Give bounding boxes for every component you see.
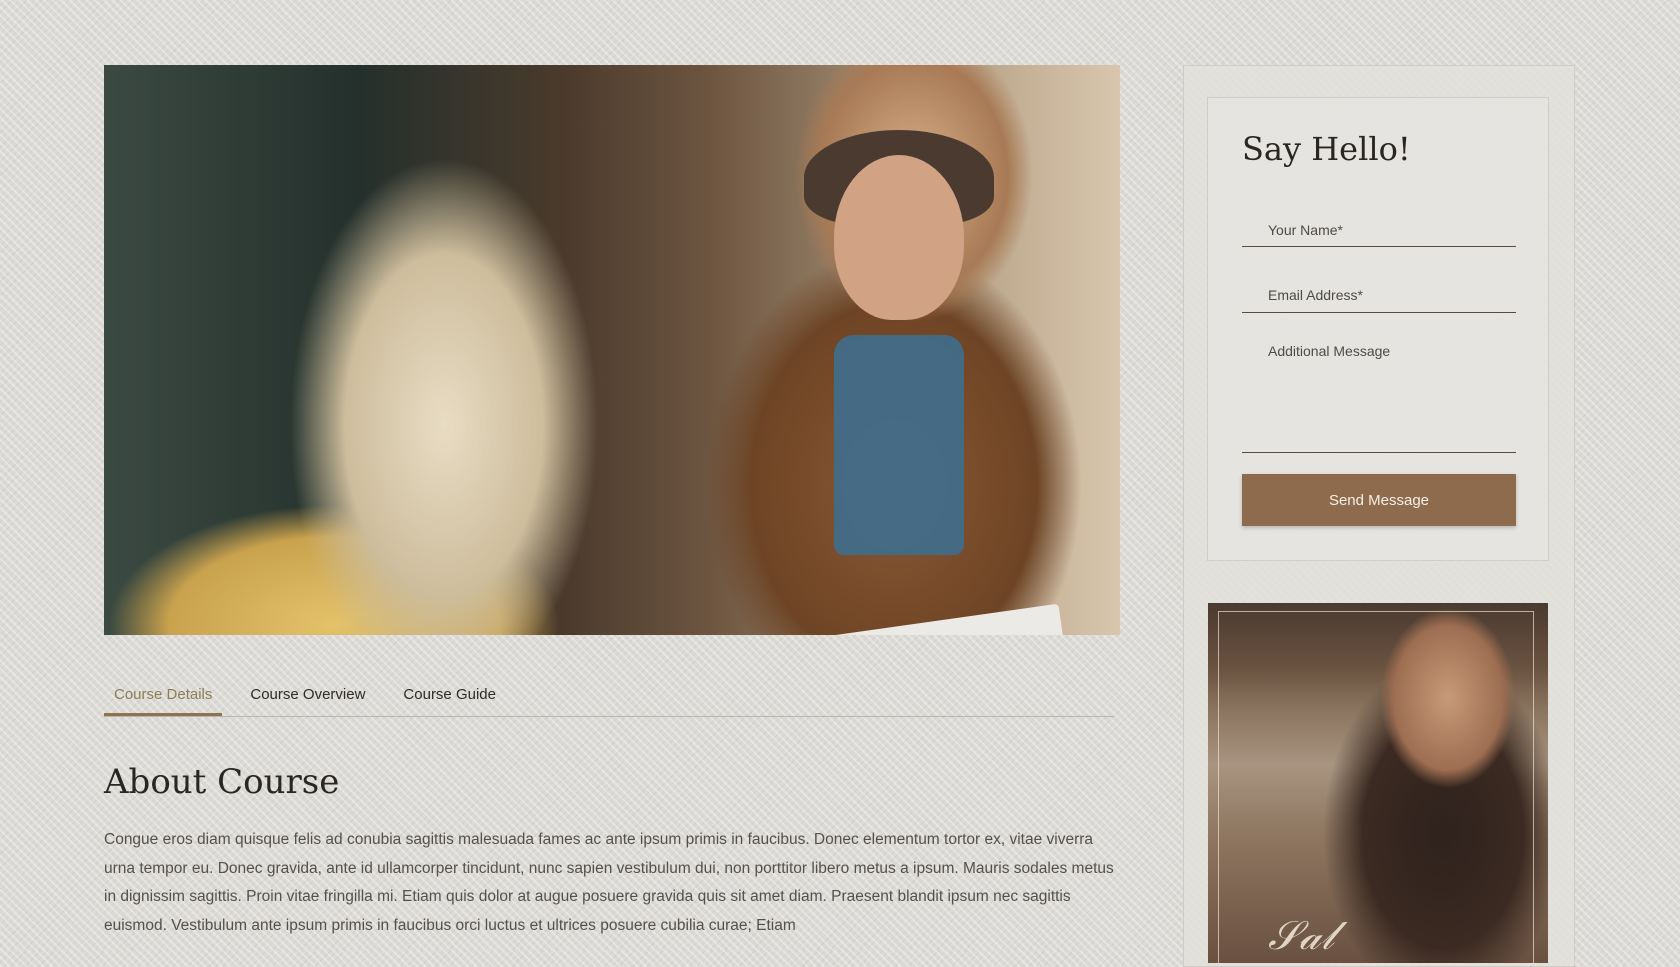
hero-face-shape bbox=[834, 155, 964, 320]
about-course-heading: About Course bbox=[104, 762, 340, 802]
about-course-text: Congue eros diam quisque felis ad conubi… bbox=[104, 831, 1114, 934]
name-field[interactable] bbox=[1242, 213, 1516, 247]
promo-frame bbox=[1218, 611, 1534, 963]
hero-paper-shape bbox=[751, 603, 1067, 635]
hero-shirt-shape bbox=[834, 335, 964, 555]
contact-form-title: Say Hello! bbox=[1242, 130, 1411, 168]
hero-image bbox=[104, 65, 1120, 635]
tab-course-overview[interactable]: Course Overview bbox=[240, 680, 375, 716]
email-field[interactable] bbox=[1242, 277, 1516, 313]
tab-course-details[interactable]: Course Details bbox=[104, 680, 223, 716]
tab-course-guide[interactable]: Course Guide bbox=[393, 680, 506, 716]
promo-script-logo: 𝒮𝒶𝓁 bbox=[1268, 913, 1335, 959]
send-message-button[interactable]: Send Message bbox=[1242, 474, 1516, 526]
contact-form: Say Hello! Send Message bbox=[1207, 97, 1549, 561]
message-field[interactable] bbox=[1242, 343, 1516, 453]
course-tabs: Course Details Course Overview Course Gu… bbox=[104, 680, 1114, 717]
promo-image: 𝒮𝒶𝓁 bbox=[1208, 603, 1548, 963]
